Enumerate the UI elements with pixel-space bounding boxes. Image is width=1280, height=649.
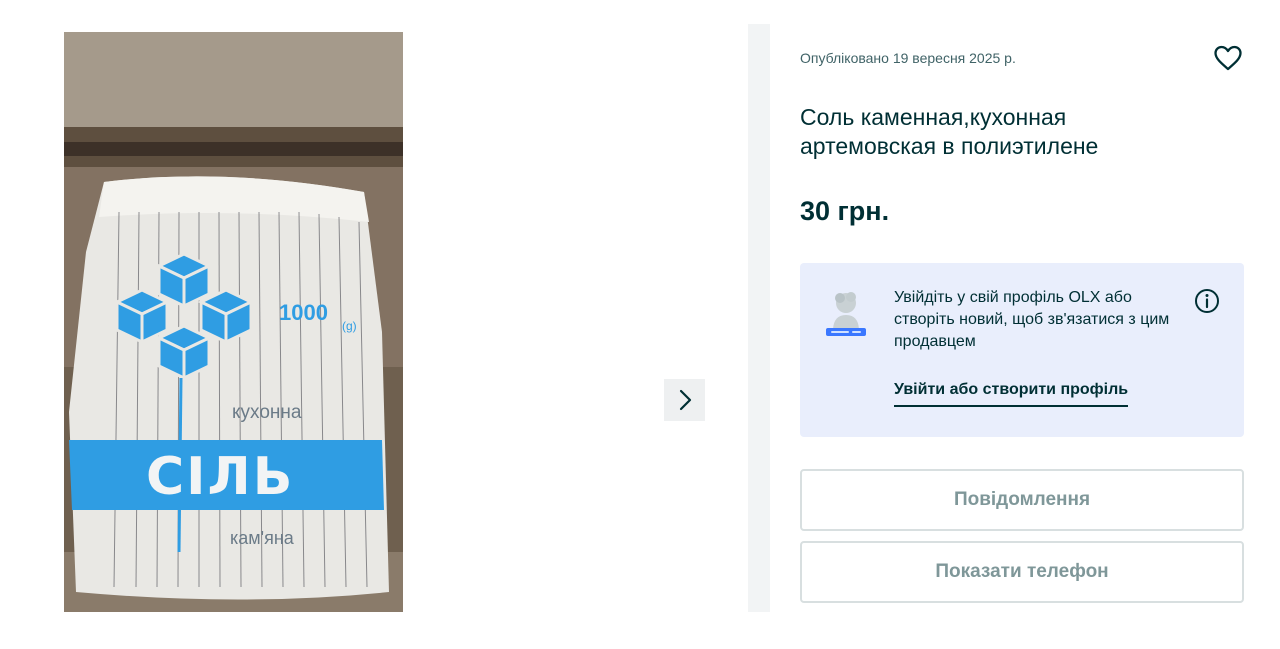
message-button[interactable]: Повідомлення [800, 469, 1244, 531]
chevron-right-icon [679, 389, 691, 411]
favorite-button[interactable] [1212, 42, 1244, 74]
bag-brand-text: СІЛЬ [146, 447, 294, 507]
bag-weight-text: 1000 [279, 300, 328, 325]
profile-illustration-icon [826, 292, 866, 336]
panel-divider [748, 24, 770, 612]
bag-line2-text: кам'яна [230, 528, 295, 548]
login-or-register-link[interactable]: Увійти або створити профіль [894, 381, 1129, 407]
info-button[interactable] [1193, 287, 1221, 315]
listing-title: Соль каменная,кухонная артемовская в пол… [800, 104, 1099, 159]
next-image-button[interactable] [664, 379, 705, 421]
info-icon [1195, 289, 1219, 313]
show-phone-button[interactable]: Показати телефон [800, 541, 1244, 603]
bag-line1-text: кухонна [232, 402, 302, 423]
salt-bag-image: 1000 (g) кухонна СІЛЬ кам'яна [64, 32, 403, 612]
product-photo[interactable]: 1000 (g) кухонна СІЛЬ кам'яна [64, 32, 403, 612]
listing-price: 30 грн. [800, 196, 890, 226]
listing-details: Опубліковано 19 вересня 2025 р. Соль кам… [800, 0, 1245, 649]
bag-unit-text: (g) [342, 319, 357, 333]
published-date: Опубліковано 19 вересня 2025 р. [800, 50, 1016, 66]
login-prompt-card: Увійдіть у свій профіль OLX або створіть… [800, 263, 1244, 437]
login-prompt-text: Увійдіть у свій профіль OLX або створіть… [894, 289, 1170, 350]
heart-outline-icon [1214, 45, 1242, 71]
image-gallery: 1000 (g) кухонна СІЛЬ кам'яна [0, 0, 748, 649]
